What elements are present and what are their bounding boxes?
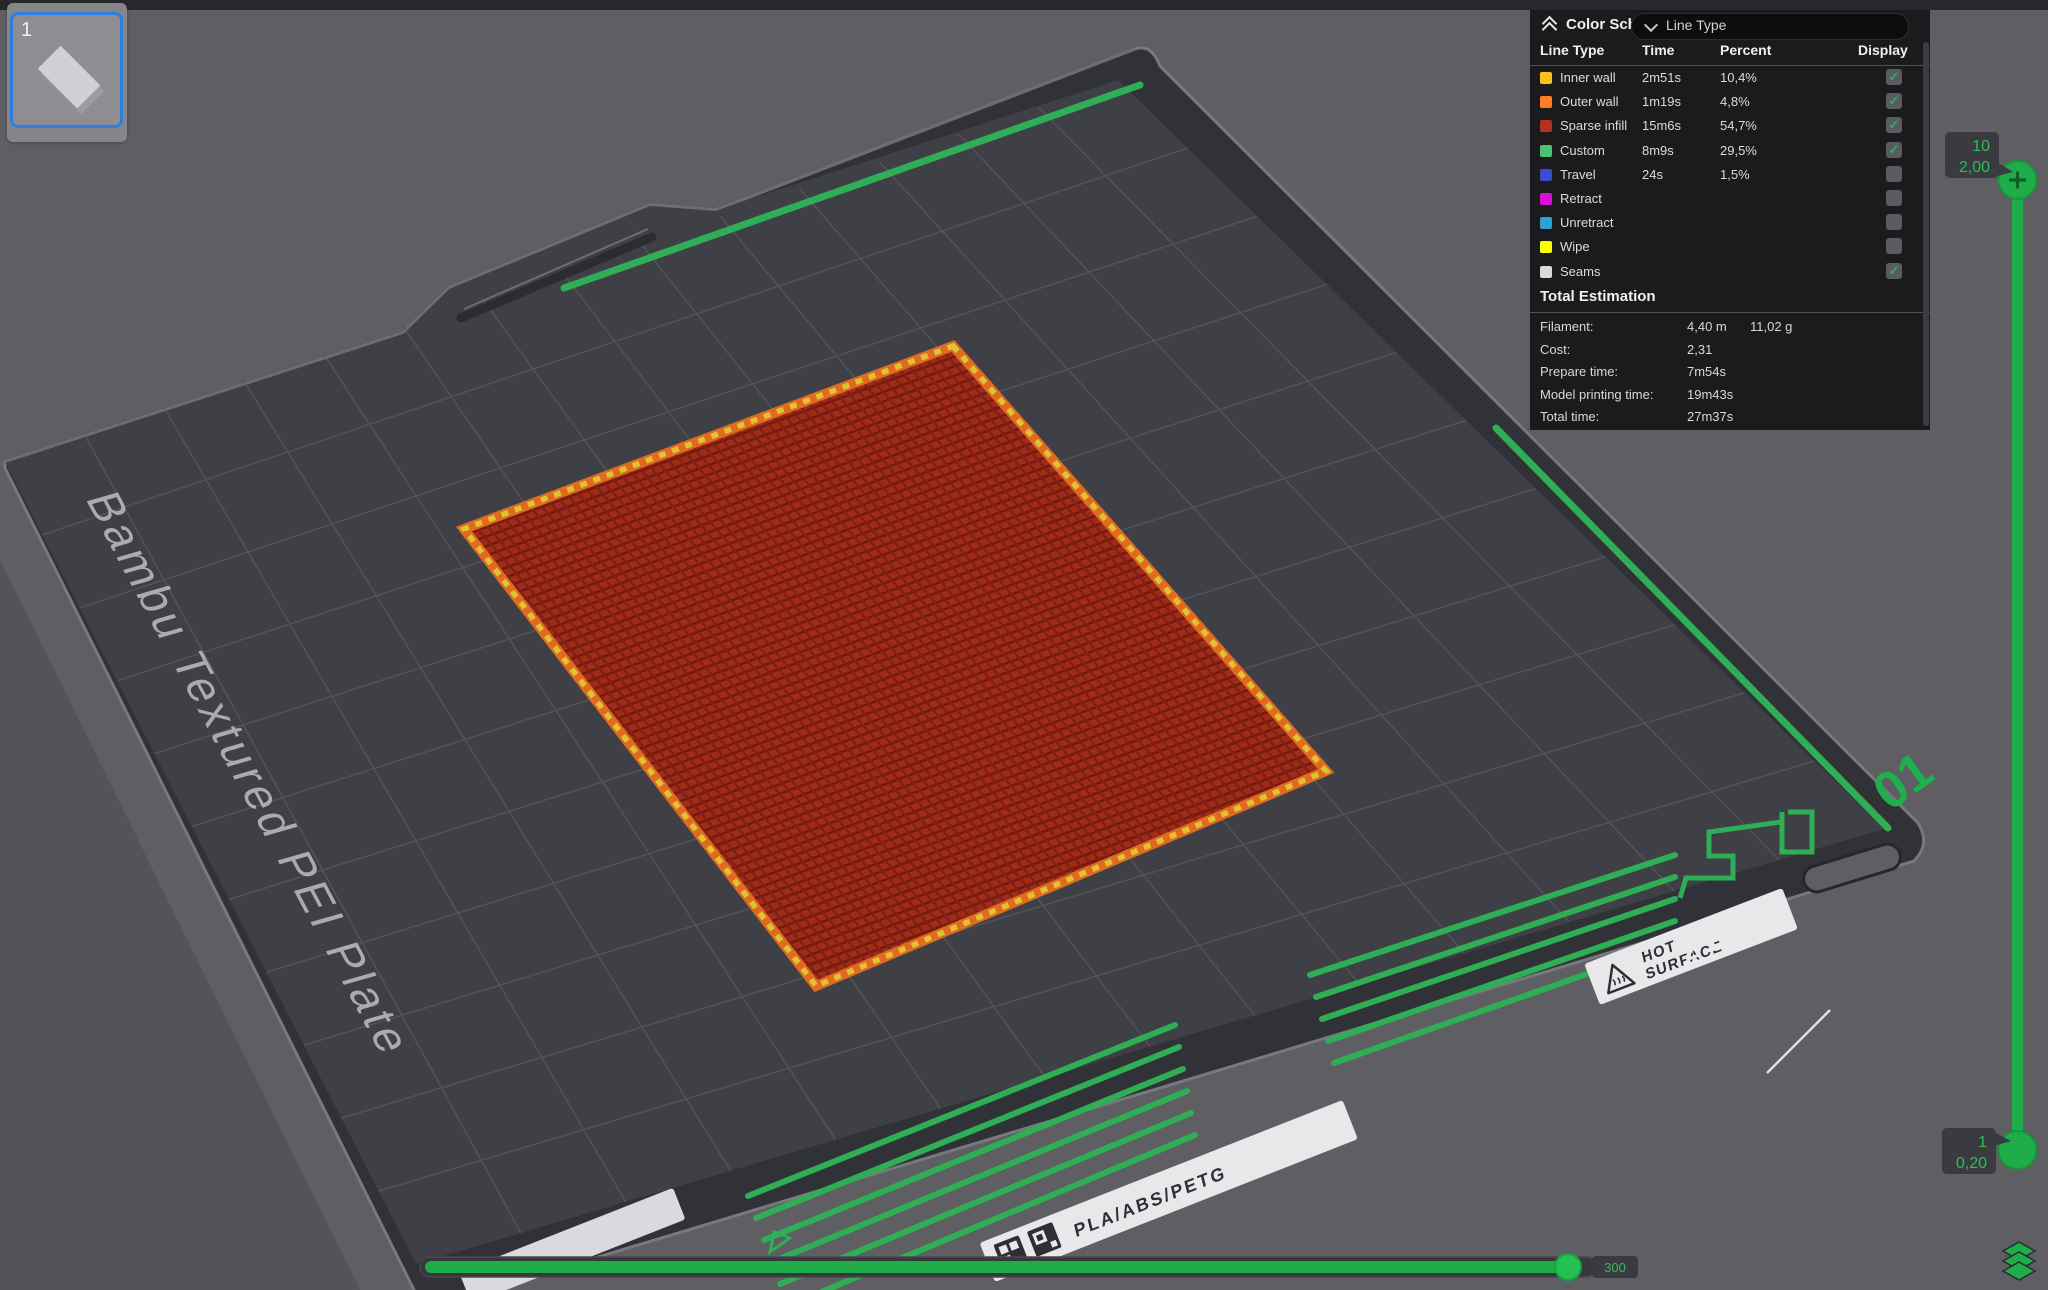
estimation-value: 27m37s bbox=[1687, 409, 1733, 424]
display-checkbox[interactable]: ✓ bbox=[1886, 142, 1902, 158]
total-estimation-table: Filament: 4,40 m 11,02 g Cost: 2,31 Prepare t… bbox=[1530, 316, 1930, 429]
line-type-swatch bbox=[1540, 145, 1552, 157]
layer-slider-bottom-handle[interactable] bbox=[1999, 1131, 2037, 1169]
display-checkbox[interactable]: ✓ bbox=[1886, 69, 1902, 85]
line-type-swatch bbox=[1540, 169, 1552, 181]
line-type-swatch bbox=[1540, 96, 1552, 108]
estimation-value: 7m54s bbox=[1687, 364, 1726, 379]
line-type-table: Inner wall 2m51s 10,4% ✓ Outer wall 1m19s 4,8%… bbox=[1530, 67, 1930, 285]
svg-text:0,20: 0,20 bbox=[1956, 1155, 1987, 1172]
layer-slider-track[interactable] bbox=[2012, 178, 2023, 1150]
line-type-row: Seams ✓ bbox=[1530, 261, 1930, 285]
estimation-row: Cost: 2,31 bbox=[1530, 339, 1930, 362]
line-type-label: Retract bbox=[1560, 191, 1602, 206]
line-type-percent: 29,5% bbox=[1720, 143, 1757, 158]
table-header: Line Type Time Percent Display bbox=[1530, 42, 1930, 64]
layers-icon[interactable] bbox=[2003, 1242, 2035, 1280]
gcode-preview-screen: Bambu Textured PEI Plate PLA/ABS/PETG HO… bbox=[0, 0, 2048, 1290]
estimation-value: 4,40 m bbox=[1687, 319, 1727, 334]
view-mode-value: Line Type bbox=[1666, 17, 1726, 33]
estimation-label: Model printing time: bbox=[1540, 387, 1653, 402]
line-type-swatch bbox=[1540, 193, 1552, 205]
line-type-time: 24s bbox=[1642, 167, 1663, 182]
divider bbox=[1530, 65, 1930, 66]
display-checkbox[interactable]: ✓ bbox=[1886, 117, 1902, 133]
line-type-row: Sparse infill 15m6s 54,7% ✓ bbox=[1530, 115, 1930, 139]
col-time: Time bbox=[1642, 42, 1674, 58]
divider bbox=[1530, 312, 1930, 313]
plate-thumbnail-card[interactable]: 1 bbox=[7, 3, 127, 142]
estimation-label: Cost: bbox=[1540, 342, 1570, 357]
line-type-label: Outer wall bbox=[1560, 94, 1619, 109]
estimation-row: Filament: 4,40 m 11,02 g bbox=[1530, 316, 1930, 339]
estimation-row: Prepare time: 7m54s bbox=[1530, 361, 1930, 384]
line-type-time: 2m51s bbox=[1642, 70, 1681, 85]
line-type-percent: 54,7% bbox=[1720, 118, 1757, 133]
display-checkbox[interactable]: ✓ bbox=[1886, 238, 1902, 254]
col-display: Display bbox=[1858, 42, 1908, 58]
line-type-swatch bbox=[1540, 120, 1552, 132]
display-checkbox[interactable]: ✓ bbox=[1886, 263, 1902, 279]
estimation-value: 19m43s bbox=[1687, 387, 1733, 402]
panel-scrollbar[interactable] bbox=[1923, 42, 1929, 426]
line-type-row: Outer wall 1m19s 4,8% ✓ bbox=[1530, 91, 1930, 115]
estimation-value-2: 11,02 g bbox=[1750, 319, 1792, 334]
col-percent: Percent bbox=[1720, 42, 1771, 58]
line-type-time: 15m6s bbox=[1642, 118, 1681, 133]
line-type-row: Retract ✓ bbox=[1530, 188, 1930, 212]
estimation-label: Filament: bbox=[1540, 319, 1593, 334]
svg-text:1: 1 bbox=[1978, 1134, 1987, 1151]
display-checkbox[interactable]: ✓ bbox=[1886, 166, 1902, 182]
line-type-row: Custom 8m9s 29,5% ✓ bbox=[1530, 140, 1930, 164]
move-slider-handle[interactable] bbox=[1555, 1254, 1581, 1280]
move-slider-fill bbox=[425, 1261, 1565, 1273]
svg-text:300: 300 bbox=[1604, 1260, 1626, 1275]
line-type-label: Sparse infill bbox=[1560, 118, 1627, 133]
line-type-swatch bbox=[1540, 241, 1552, 253]
display-checkbox[interactable]: ✓ bbox=[1886, 214, 1902, 230]
line-type-label: Unretract bbox=[1560, 215, 1613, 230]
line-type-label: Travel bbox=[1560, 167, 1596, 182]
svg-text:10: 10 bbox=[1972, 138, 1990, 155]
line-type-time: 1m19s bbox=[1642, 94, 1681, 109]
move-slider[interactable]: 300 bbox=[420, 1254, 1638, 1280]
line-type-label: Wipe bbox=[1560, 239, 1590, 254]
line-type-swatch bbox=[1540, 266, 1552, 278]
chevron-down-icon bbox=[1644, 18, 1658, 32]
estimation-label: Total time: bbox=[1540, 409, 1599, 424]
col-line-type: Line Type bbox=[1540, 42, 1604, 58]
move-slider-value-badge: 300 bbox=[1592, 1256, 1638, 1278]
line-type-row: Travel 24s 1,5% ✓ bbox=[1530, 164, 1930, 188]
display-checkbox[interactable]: ✓ bbox=[1886, 93, 1902, 109]
total-estimation-title: Total Estimation bbox=[1540, 288, 1656, 305]
top-strip bbox=[0, 0, 2048, 10]
line-type-time: 8m9s bbox=[1642, 143, 1674, 158]
line-type-percent: 4,8% bbox=[1720, 94, 1750, 109]
line-type-row: Inner wall 2m51s 10,4% ✓ bbox=[1530, 67, 1930, 91]
line-type-label: Seams bbox=[1560, 264, 1600, 279]
estimation-row: Model printing time: 19m43s bbox=[1530, 384, 1930, 407]
line-type-swatch bbox=[1540, 217, 1552, 229]
estimation-row: Total time: 27m37s bbox=[1530, 406, 1930, 429]
view-mode-dropdown[interactable]: Line Type bbox=[1631, 13, 1909, 40]
line-type-row: Unretract ✓ bbox=[1530, 212, 1930, 236]
line-type-swatch bbox=[1540, 72, 1552, 84]
line-type-label: Custom bbox=[1560, 143, 1605, 158]
display-checkbox[interactable]: ✓ bbox=[1886, 190, 1902, 206]
line-type-label: Inner wall bbox=[1560, 70, 1616, 85]
collapse-panel-button[interactable] bbox=[1542, 18, 1558, 34]
plate-thumbnail-selected-frame: 1 bbox=[10, 12, 123, 128]
line-type-row: Wipe ✓ bbox=[1530, 236, 1930, 260]
estimation-value: 2,31 bbox=[1687, 342, 1712, 357]
svg-text:2,00: 2,00 bbox=[1959, 159, 1990, 176]
plate-thumbnail-number: 1 bbox=[21, 19, 32, 42]
line-type-percent: 10,4% bbox=[1720, 70, 1757, 85]
estimation-label: Prepare time: bbox=[1540, 364, 1618, 379]
line-type-percent: 1,5% bbox=[1720, 167, 1750, 182]
color-scheme-panel: Color Scheme Line Type Line Type Time Pe… bbox=[1530, 10, 1930, 430]
